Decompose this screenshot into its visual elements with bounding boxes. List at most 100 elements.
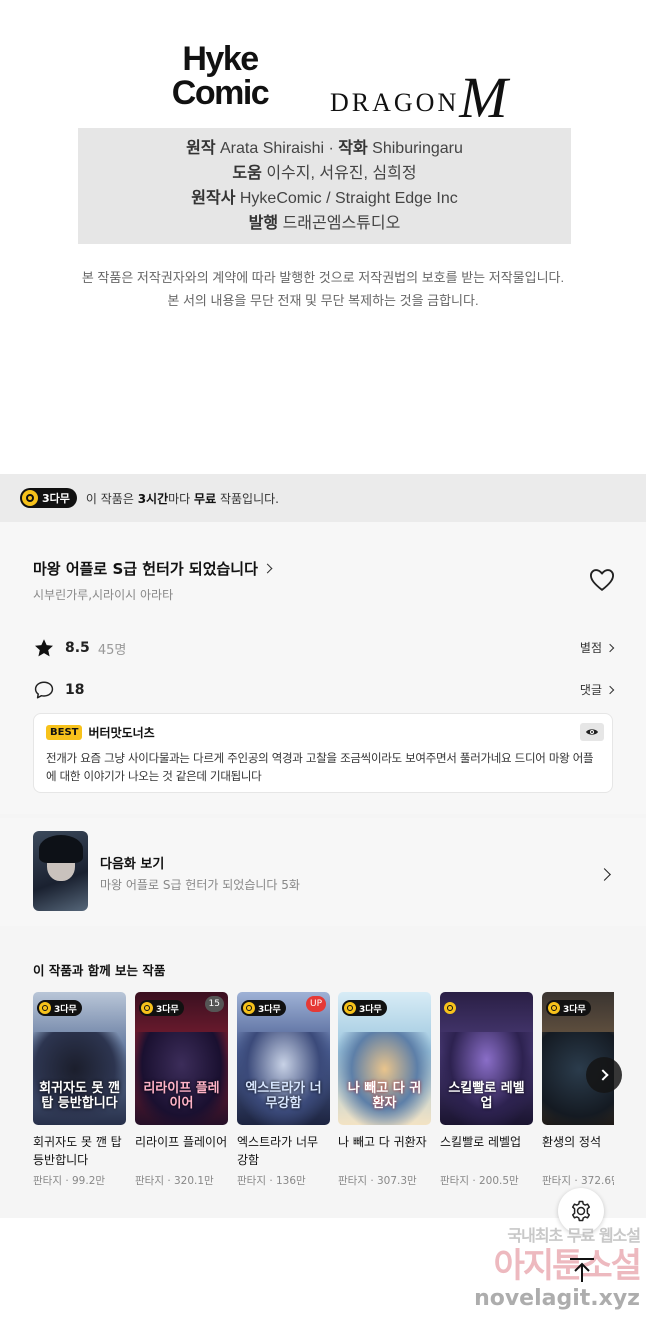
logo-hyke-line1: Hyke bbox=[182, 40, 259, 78]
work-title: 마왕 어플로 S급 헌터가 되었습니다 bbox=[33, 560, 258, 578]
cover-image: 스킬빨로 레벨업 bbox=[440, 992, 533, 1125]
logo-hyke-line2: Comic bbox=[171, 74, 270, 112]
recommendation-name: 엑스트라가 너무 강함 bbox=[237, 1135, 319, 1167]
cover-image: 3다무 UP 엑스트라가 너무강함 bbox=[237, 992, 330, 1125]
recommendation-title: 이 작품과 함께 보는 작품 bbox=[33, 963, 166, 978]
clock-icon bbox=[22, 490, 38, 506]
chevron-right-icon bbox=[605, 685, 615, 695]
genre: 판타지 bbox=[542, 1175, 571, 1187]
episode-info-panel: 3다무 이 작품은 3시간마다 무료 작품입니다. 마왕 어플로 S급 헌터가 … bbox=[0, 474, 646, 1218]
watermark: 국내최초 무료 웹소설 아지툰소설 novelagit.xyz bbox=[430, 1222, 642, 1322]
wait-free-badge: 3다무 bbox=[20, 488, 77, 508]
clock-icon bbox=[548, 1002, 560, 1014]
recommendation-carousel[interactable]: 3다무 회귀자도 못 깬 탑 등반합니다 회귀자도 못 깬 탑 등반합니다 판타… bbox=[33, 992, 614, 1202]
view-count: 200.5만 bbox=[479, 1175, 519, 1187]
wait-free-badge: 3다무 bbox=[342, 1000, 387, 1016]
recommendation-meta: 판타지 · 372.6만 bbox=[542, 1173, 614, 1188]
watermark-url: novelagit.xyz bbox=[474, 1286, 640, 1311]
recommendation-section: 이 작품과 함께 보는 작품 3다무 회귀자도 못 깬 탑 등반합니다 회귀자도… bbox=[0, 930, 646, 1218]
wait-free-badge-label: 3다무 bbox=[359, 1004, 382, 1015]
recommendation-card[interactable]: 3다무 나 빼고 다 귀환자 나 빼고 다 귀환자 판타지 · 307.3만 bbox=[338, 992, 431, 1188]
recommendation-meta: 판타지 · 99.2만 bbox=[33, 1175, 106, 1187]
banner-text-bold: 무료 bbox=[194, 491, 217, 506]
recommendation-name: 환생의 정석 bbox=[542, 1135, 602, 1149]
banner-text-part: 작품입니다. bbox=[216, 491, 279, 506]
carousel-next-button[interactable] bbox=[586, 1057, 622, 1093]
cover-caption: 나 빼고 다 귀환자 bbox=[347, 1081, 422, 1111]
credit-value: Arata Shiraishi bbox=[220, 140, 325, 157]
heart-icon[interactable] bbox=[588, 566, 616, 594]
copyright-line: 본 작품은 저작권자와의 계약에 따라 발행한 것으로 저작권법의 보호를 받는… bbox=[81, 270, 565, 285]
credit-value: Shiburingaru bbox=[372, 140, 463, 157]
gear-icon bbox=[571, 1200, 591, 1222]
chevron-right-icon bbox=[596, 1069, 609, 1081]
next-episode-title: 다음화 보기 bbox=[100, 857, 165, 872]
genre: 판타지 bbox=[33, 1175, 62, 1187]
cover-image: 3다무 15 리라이프 플레이어 bbox=[135, 992, 228, 1125]
hykecomic-logo: Hyke Comic bbox=[160, 42, 280, 110]
credit-row-original: 원작 Arata Shiraishi · 작화 Shiburingaru bbox=[78, 136, 571, 161]
chevron-right-icon bbox=[605, 643, 615, 653]
rating-row: 8.5 45명 별점 bbox=[33, 636, 615, 660]
recommendation-meta: 판타지 · 320.1만 bbox=[135, 1175, 214, 1187]
best-badge: BEST bbox=[46, 725, 83, 740]
wait-free-badge-label: 3다무 bbox=[156, 1004, 179, 1015]
chevron-right-icon bbox=[262, 563, 273, 574]
wait-free-badge-label: 3다무 bbox=[42, 492, 70, 505]
work-title-link[interactable]: 마왕 어플로 S급 헌터가 되었습니다 bbox=[33, 558, 273, 579]
credit-label: 원작 bbox=[186, 140, 216, 157]
next-episode-row[interactable]: 다음화 보기 마왕 어플로 S급 헌터가 되었습니다 5화 bbox=[0, 818, 646, 926]
view-count: 307.3만 bbox=[377, 1175, 417, 1187]
chevron-right-icon bbox=[598, 868, 611, 881]
clock-icon bbox=[444, 1002, 456, 1014]
scroll-to-top-icon[interactable] bbox=[566, 1256, 598, 1284]
rating-count: 45명 bbox=[97, 642, 127, 658]
view-count: 320.1만 bbox=[174, 1175, 214, 1187]
credit-row-publisher-origin: 원작사 HykeComic / Straight Edge Inc bbox=[78, 186, 571, 211]
rate-link-label: 별점 bbox=[579, 641, 602, 655]
recommendation-card[interactable]: 3다무 회귀자도 못 깬 탑 등반합니다 회귀자도 못 깬 탑 등반합니다 판타… bbox=[33, 992, 126, 1188]
best-comment-header: BEST 버터맛도너츠 bbox=[46, 724, 600, 741]
wait-free-badge: 3다무 bbox=[139, 1000, 184, 1016]
cover-caption: 스킬빨로 레벨업 bbox=[448, 1081, 525, 1111]
recommendation-card[interactable]: 스킬빨로 레벨업 스킬빨로 레벨업 판타지 · 200.5만 bbox=[440, 992, 533, 1188]
eye-icon-glyph bbox=[586, 729, 598, 735]
logo-dragon-text: DRAGON bbox=[330, 88, 460, 117]
recommendation-meta: 판타지 · 200.5만 bbox=[440, 1175, 519, 1187]
recommendation-meta: 판타지 · 307.3만 bbox=[338, 1175, 417, 1187]
view-count: 99.2만 bbox=[72, 1175, 106, 1187]
credit-value: HykeComic / Straight Edge Inc bbox=[239, 190, 458, 207]
comment-link-label: 댓글 bbox=[579, 683, 602, 697]
genre: 판타지 bbox=[135, 1175, 164, 1187]
wait-free-badge-label: 3다무 bbox=[563, 1004, 586, 1015]
banner-text-part: 마다 bbox=[168, 491, 195, 506]
credit-separator: · bbox=[324, 140, 339, 157]
age-rating-badge: 15 bbox=[204, 996, 224, 1012]
update-badge: UP bbox=[305, 996, 326, 1012]
recommendation-card[interactable]: 3다무 15 리라이프 플레이어 리라이프 플레이어 판타지 · 320.1만 bbox=[135, 992, 228, 1188]
watermark-brand: 아지툰소설 bbox=[493, 1246, 642, 1286]
wait-free-badge-label: 3다무 bbox=[54, 1004, 77, 1015]
credit-value: 드래곤엠스튜디오 bbox=[282, 215, 401, 232]
eye-icon[interactable] bbox=[580, 723, 604, 741]
best-comment-text: 전개가 요즘 그냥 사이다물과는 다르게 주인공의 역경과 고찰을 조금씩이라도… bbox=[46, 751, 594, 783]
rate-link[interactable]: 별점 bbox=[579, 639, 615, 656]
star-icon bbox=[35, 639, 53, 657]
recommendation-name: 나 빼고 다 귀환자 bbox=[338, 1135, 427, 1149]
view-count: 136만 bbox=[276, 1175, 306, 1187]
free-wait-banner: 3다무 이 작품은 3시간마다 무료 작품입니다. bbox=[0, 474, 646, 522]
best-comment-card[interactable]: BEST 버터맛도너츠 전개가 요즘 그냥 사이다물과는 다르게 주인공의 역경… bbox=[33, 713, 613, 793]
clock-icon bbox=[243, 1002, 255, 1014]
cover-caption: 리라이프 플레이어 bbox=[143, 1081, 220, 1111]
credit-page: Hyke Comic DRAGONM 원작 Arata Shiraishi · … bbox=[0, 0, 646, 474]
genre: 판타지 bbox=[440, 1175, 469, 1187]
recommendation-card[interactable]: 3다무 UP 엑스트라가 너무강함 엑스트라가 너무 강함 판타지 · 136만 bbox=[237, 992, 330, 1188]
credit-label: 작화 bbox=[338, 140, 368, 157]
genre: 판타지 bbox=[237, 1175, 266, 1187]
next-episode-subtitle: 마왕 어플로 S급 헌터가 되었습니다 5화 bbox=[100, 878, 300, 892]
watermark-line: 국내최초 무료 웹소설 bbox=[507, 1226, 641, 1245]
comment-row: 18 댓글 bbox=[33, 678, 615, 702]
comment-link[interactable]: 댓글 bbox=[579, 681, 615, 698]
credit-label: 도움 bbox=[232, 165, 262, 182]
copyright-line: 본 서의 내용을 무단 전재 및 무단 복제하는 것을 금합니다. bbox=[167, 293, 479, 308]
